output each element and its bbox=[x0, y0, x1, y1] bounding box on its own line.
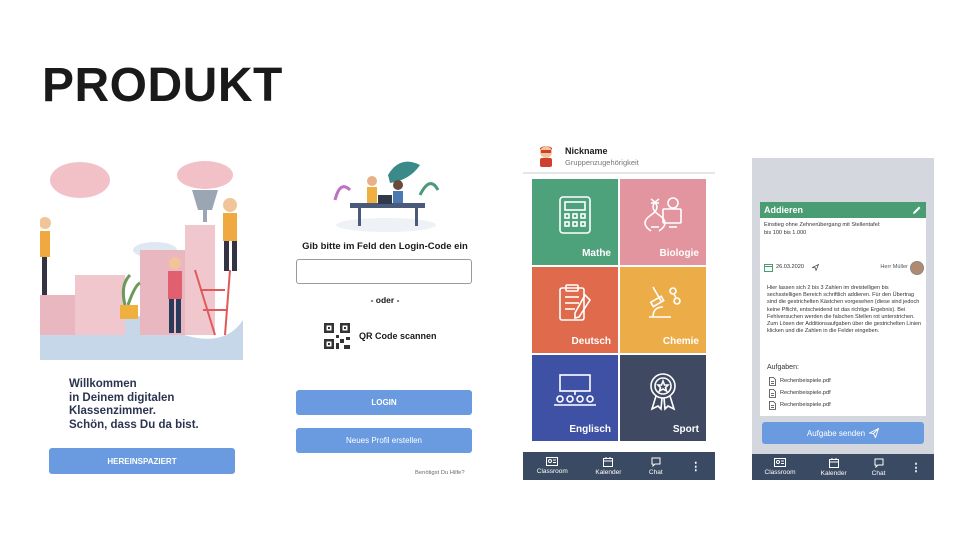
classroom-screen: Nickname Gruppenzugehörigkeit Mathe Biol… bbox=[523, 140, 715, 480]
attachment-item[interactable]: Rechenbeispiele.pdf bbox=[769, 375, 831, 387]
submit-task-button[interactable]: Aufgabe senden bbox=[762, 422, 924, 444]
more-menu-icon[interactable]: ⋮ bbox=[690, 460, 701, 473]
calculator-icon bbox=[559, 196, 591, 234]
nav-label: Classroom bbox=[536, 468, 568, 475]
subject-label: Sport bbox=[672, 424, 699, 435]
teacher-avatar bbox=[910, 261, 924, 275]
help-link[interactable]: Benötigst Du Hilfe? bbox=[415, 470, 465, 476]
subject-grid: Mathe Biologie Deutsch Chemie Englisch S… bbox=[532, 179, 706, 441]
subject-tile-englisch[interactable]: Englisch bbox=[532, 355, 618, 441]
attachment-name: Rechenbeispiele.pdf bbox=[780, 390, 831, 396]
task-description: Hier lassen sich 2 bis 3 Zahlen im dreis… bbox=[767, 285, 922, 335]
subject-label: Chemie bbox=[662, 336, 699, 347]
group-membership: Gruppenzugehörigkeit bbox=[565, 158, 639, 167]
subject-label: Biologie bbox=[659, 248, 699, 259]
teacher-name: Herr Müller bbox=[880, 264, 908, 270]
nav-label: Kalender bbox=[820, 469, 847, 477]
file-icon bbox=[769, 376, 776, 386]
welcome-line: Willkommen bbox=[69, 378, 137, 390]
task-date: 26.03.2020 bbox=[776, 264, 804, 270]
bottom-nav: Classroom Kalender Chat ⋮ bbox=[752, 454, 934, 480]
send-icon bbox=[812, 264, 819, 271]
qr-code-icon bbox=[324, 323, 350, 349]
calendar-icon bbox=[603, 456, 614, 467]
welcome-illustration bbox=[40, 161, 243, 360]
clipboard-pen-icon bbox=[559, 284, 592, 321]
paper-plane-icon bbox=[869, 428, 880, 438]
login-button[interactable]: LOGIN bbox=[296, 390, 472, 415]
task-card-header: Addieren bbox=[760, 202, 926, 218]
tasks-label: Aufgaben: bbox=[767, 364, 799, 371]
nav-label: Chat bbox=[648, 468, 663, 476]
enter-button[interactable]: HEREINSPAZIERT bbox=[49, 448, 235, 474]
nav-classroom[interactable]: Classroom bbox=[537, 457, 568, 475]
subject-tile-mathe[interactable]: Mathe bbox=[532, 179, 618, 265]
avatar[interactable] bbox=[537, 144, 555, 168]
welcome-line: Klassenzimmer. bbox=[69, 405, 156, 417]
task-subtitle: Einstieg ohne Zehnerübergang mit Stellen… bbox=[764, 222, 924, 237]
new-profile-button[interactable]: Neues Profil erstellen bbox=[296, 428, 472, 453]
nav-chat[interactable]: Chat bbox=[871, 458, 886, 477]
attachment-list: Rechenbeispiele.pdf Rechenbeispiele.pdf … bbox=[769, 375, 831, 411]
chat-icon bbox=[874, 458, 884, 468]
classroom-icon bbox=[554, 374, 596, 406]
qr-scan-button[interactable]: QR Code scannen bbox=[324, 323, 437, 349]
subtitle-line: bis 100 bis 1.000 bbox=[764, 229, 807, 236]
medal-icon bbox=[650, 373, 676, 411]
login-illustration bbox=[333, 161, 440, 232]
task-card: Addieren Einstieg ohne Zehnerübergang mi… bbox=[760, 202, 926, 416]
nav-label: Classroom bbox=[764, 469, 796, 476]
attachment-name: Rechenbeispiele.pdf bbox=[780, 402, 831, 408]
bottom-nav: Classroom Kalender Chat ⋮ bbox=[523, 452, 715, 480]
microscope-icon bbox=[649, 286, 681, 318]
welcome-screen: Willkommen in Deinem digitalen Klassenzi… bbox=[40, 155, 243, 485]
welcome-message: Willkommen in Deinem digitalen Klassenzi… bbox=[69, 378, 239, 432]
pencil-icon[interactable] bbox=[912, 205, 922, 215]
nav-classroom[interactable]: Classroom bbox=[765, 458, 796, 476]
qr-scan-label: QR Code scannen bbox=[359, 331, 437, 341]
attachment-name: Rechenbeispiele.pdf bbox=[780, 378, 831, 384]
login-prompt: Gib bitte im Feld den Login-Code ein bbox=[302, 241, 468, 252]
subject-label: Deutsch bbox=[571, 336, 611, 347]
subject-tile-sport[interactable]: Sport bbox=[620, 355, 706, 441]
subject-tile-chemie[interactable]: Chemie bbox=[620, 267, 706, 353]
attachment-item[interactable]: Rechenbeispiele.pdf bbox=[769, 399, 831, 411]
nav-label: Chat bbox=[871, 469, 886, 477]
id-card-icon bbox=[546, 457, 559, 466]
nickname: Nickname bbox=[565, 146, 608, 156]
nav-calendar[interactable]: Kalender bbox=[595, 456, 622, 476]
file-icon bbox=[769, 400, 776, 410]
subject-label: Englisch bbox=[569, 424, 611, 435]
nav-chat[interactable]: Chat bbox=[649, 457, 663, 476]
or-divider: - oder - bbox=[370, 295, 400, 305]
calendar-icon bbox=[828, 457, 839, 468]
id-card-icon bbox=[774, 458, 787, 467]
subtitle-line: Einstieg ohne Zehnerübergang mit Stellen… bbox=[764, 222, 881, 228]
file-icon bbox=[769, 388, 776, 398]
subject-tile-biologie[interactable]: Biologie bbox=[620, 179, 706, 265]
submit-label: Aufgabe senden bbox=[806, 428, 866, 438]
subject-tile-deutsch[interactable]: Deutsch bbox=[532, 267, 618, 353]
nav-calendar[interactable]: Kalender bbox=[820, 457, 847, 477]
dna-icon bbox=[644, 197, 682, 232]
task-title: Addieren bbox=[764, 205, 804, 215]
task-meta: 26.03.2020 Herr Müller bbox=[764, 261, 924, 276]
calendar-icon bbox=[764, 264, 773, 272]
welcome-line: Schön, dass Du da bist. bbox=[69, 418, 199, 431]
chat-icon bbox=[651, 457, 661, 467]
welcome-line: in Deinem digitalen bbox=[69, 391, 175, 404]
login-code-input[interactable] bbox=[296, 259, 472, 284]
slide-title: PRODUKT bbox=[42, 59, 283, 112]
profile-header: Nickname Gruppenzugehörigkeit bbox=[523, 140, 715, 174]
subject-label: Mathe bbox=[582, 248, 611, 259]
login-screen: Gib bitte im Feld den Login-Code ein - o… bbox=[290, 155, 480, 485]
nav-label: Kalender bbox=[595, 468, 622, 476]
attachment-item[interactable]: Rechenbeispiele.pdf bbox=[769, 387, 831, 399]
more-menu-icon[interactable]: ⋮ bbox=[910, 461, 921, 474]
task-screen: Addieren Einstieg ohne Zehnerübergang mi… bbox=[752, 158, 934, 480]
